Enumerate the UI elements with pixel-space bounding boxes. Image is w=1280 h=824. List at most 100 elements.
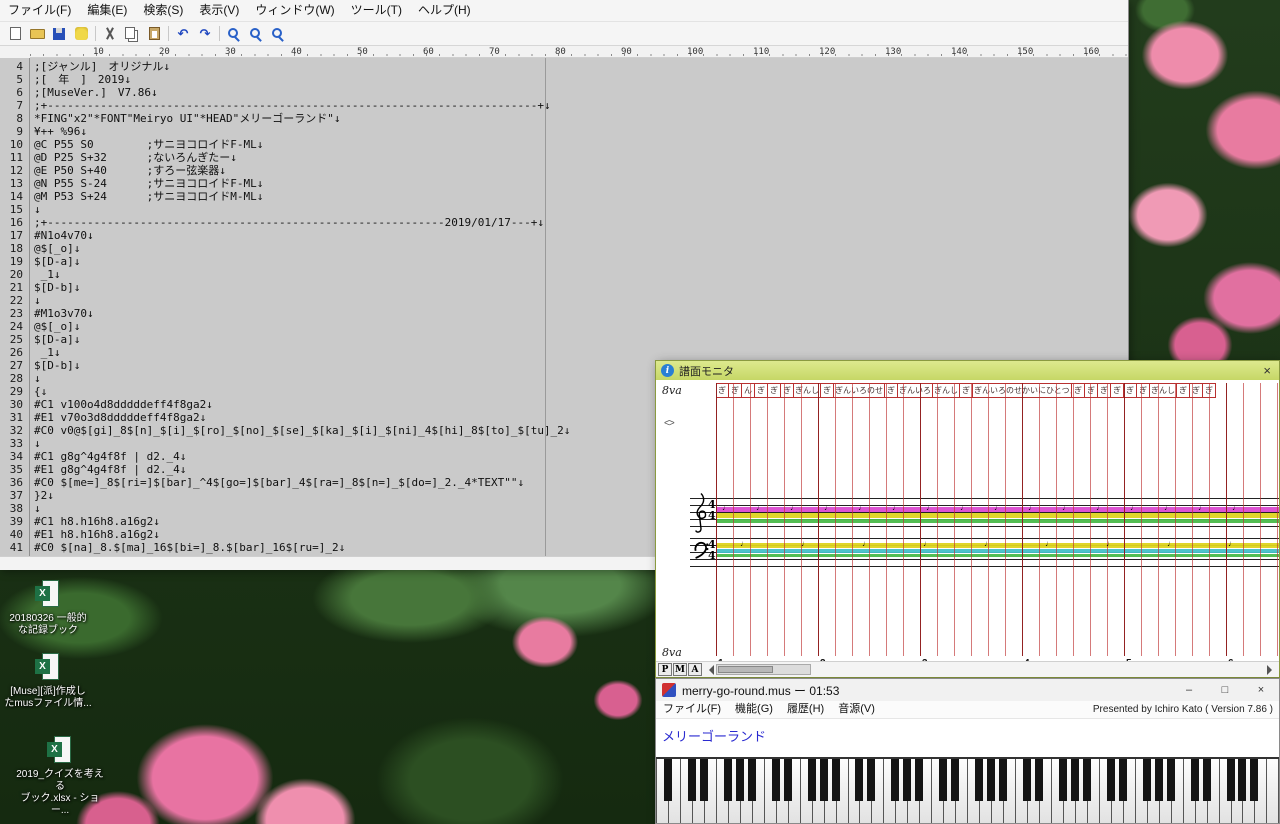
piano-black-key[interactable] (820, 759, 828, 801)
piano-black-key[interactable] (1227, 759, 1235, 801)
piano-black-key[interactable] (700, 759, 708, 801)
toolbar-paste-button[interactable] (143, 24, 165, 44)
player-titlebar[interactable]: merry-go-round.mus ー 01:53 – □ × (656, 679, 1279, 701)
piano-black-key[interactable] (1107, 759, 1115, 801)
piano-white-key[interactable] (801, 759, 813, 823)
piano-black-key[interactable] (987, 759, 995, 801)
editor-menu-item[interactable]: ヘルプ(H) (410, 0, 479, 21)
toolbar-format-brush-button[interactable] (70, 24, 92, 44)
close-icon[interactable]: × (1260, 363, 1274, 378)
toolbar-open-folder-button[interactable] (26, 24, 48, 44)
maximize-icon[interactable]: □ (1207, 679, 1243, 701)
piano-black-key[interactable] (784, 759, 792, 801)
piano-white-key[interactable] (849, 759, 861, 823)
scrollbar-thumb[interactable] (718, 666, 773, 673)
editor-menu-item[interactable]: 編集(E) (79, 0, 135, 21)
time-sig-denominator: 4 (708, 550, 716, 561)
piano-black-key[interactable] (688, 759, 696, 801)
lyric-cell: ぎ (884, 383, 898, 398)
piano-black-key[interactable] (1203, 759, 1211, 801)
piano-keyboard (656, 757, 1279, 823)
player-menu-item[interactable]: 履歴(H) (780, 701, 831, 718)
piano-black-key[interactable] (1023, 759, 1031, 801)
piano-black-key[interactable] (1035, 759, 1043, 801)
toolbar-zoom-out-button[interactable] (245, 24, 267, 44)
player-menu-item[interactable]: 機能(G) (728, 701, 780, 718)
piano-black-key[interactable] (1071, 759, 1079, 801)
piano-white-key[interactable] (968, 759, 980, 823)
toolbar-new-document-button[interactable] (4, 24, 26, 44)
piano-white-key[interactable] (1136, 759, 1148, 823)
piano-white-key[interactable] (932, 759, 944, 823)
excel-logo: X (35, 659, 50, 674)
piano-black-key[interactable] (724, 759, 732, 801)
piano-black-key[interactable] (939, 759, 947, 801)
piano-black-key[interactable] (1059, 759, 1067, 801)
scroll-right-icon[interactable] (1267, 665, 1277, 675)
line-number: 18 (0, 242, 23, 255)
editor-menu-item[interactable]: ウィンドウ(W) (247, 0, 342, 21)
score-scrollbar[interactable] (716, 664, 811, 675)
editor-menu-item[interactable]: 検索(S) (135, 0, 191, 21)
player-menu-item[interactable]: 音源(V) (831, 701, 882, 718)
toolbar-cut-button[interactable] (99, 24, 121, 44)
piano-black-key[interactable] (772, 759, 780, 801)
piano-black-key[interactable] (1250, 759, 1258, 801)
piano-white-key[interactable] (1052, 759, 1064, 823)
toolbar-zoom-in-button[interactable] (223, 24, 245, 44)
piano-black-key[interactable] (951, 759, 959, 801)
score-button-P[interactable]: P (658, 663, 672, 676)
piano-black-key[interactable] (867, 759, 875, 801)
piano-black-key[interactable] (1119, 759, 1127, 801)
piano-black-key[interactable] (832, 759, 840, 801)
code-line: ↓ (34, 294, 1128, 307)
piano-white-key[interactable] (717, 759, 729, 823)
minimize-icon[interactable]: – (1171, 679, 1207, 701)
toolbar-redo-button[interactable]: ↷ (194, 24, 216, 44)
piano-black-key[interactable] (736, 759, 744, 801)
piano-black-key[interactable] (1143, 759, 1151, 801)
toolbar-undo-button[interactable]: ↶ (172, 24, 194, 44)
piano-black-key[interactable] (915, 759, 923, 801)
desktop-icon[interactable]: X2019_クイズを考える ブック.xlsx - ショー... (14, 736, 106, 817)
ruler-mark: 120 (819, 46, 835, 58)
piano-black-key[interactable] (1083, 759, 1091, 801)
piano-white-key[interactable] (681, 759, 693, 823)
piano-white-key[interactable] (656, 759, 669, 823)
piano-white-key[interactable] (884, 759, 896, 823)
editor-menu-item[interactable]: ファイル(F) (0, 0, 79, 21)
scroll-left-icon[interactable] (704, 665, 714, 675)
close-icon[interactable]: × (1243, 679, 1279, 701)
piano-black-key[interactable] (664, 759, 672, 801)
editor-menu-item[interactable]: ツール(T) (343, 0, 410, 21)
piano-black-key[interactable] (903, 759, 911, 801)
piano-black-key[interactable] (1238, 759, 1246, 801)
score-button-A[interactable]: A (688, 663, 702, 676)
piano-white-key[interactable] (1100, 759, 1112, 823)
lyric-cell: ぎんし (1149, 383, 1177, 398)
piano-black-key[interactable] (1155, 759, 1163, 801)
piano-black-key[interactable] (1191, 759, 1199, 801)
toolbar-save-button[interactable] (48, 24, 70, 44)
piano-black-key[interactable] (1167, 759, 1175, 801)
piano-black-key[interactable] (975, 759, 983, 801)
score-monitor-titlebar[interactable]: i 譜面モニタ × (656, 361, 1279, 380)
piano-white-key[interactable] (1267, 759, 1279, 823)
toolbar-zoom-select-button[interactable] (267, 24, 289, 44)
piano-white-key[interactable] (1184, 759, 1196, 823)
desktop-icon[interactable]: X20180326 一般的 な記録ブック (2, 580, 94, 637)
score-button-M[interactable]: M (673, 663, 687, 676)
player-menu-item[interactable]: ファイル(F) (656, 701, 728, 718)
piano-black-key[interactable] (855, 759, 863, 801)
toolbar-copy-button[interactable] (121, 24, 143, 44)
piano-black-key[interactable] (748, 759, 756, 801)
desktop-icon[interactable]: X[Muse][派]作成し たmusファイル情... (2, 653, 94, 710)
lyric-cell: ぎ (780, 383, 794, 398)
piano-black-key[interactable] (999, 759, 1007, 801)
editor-menu-item[interactable]: 表示(V) (191, 0, 247, 21)
piano-black-key[interactable] (808, 759, 816, 801)
piano-black-key[interactable] (891, 759, 899, 801)
piano-white-key[interactable] (1016, 759, 1028, 823)
piano-white-key[interactable] (765, 759, 777, 823)
piano-white-key[interactable] (1220, 759, 1232, 823)
